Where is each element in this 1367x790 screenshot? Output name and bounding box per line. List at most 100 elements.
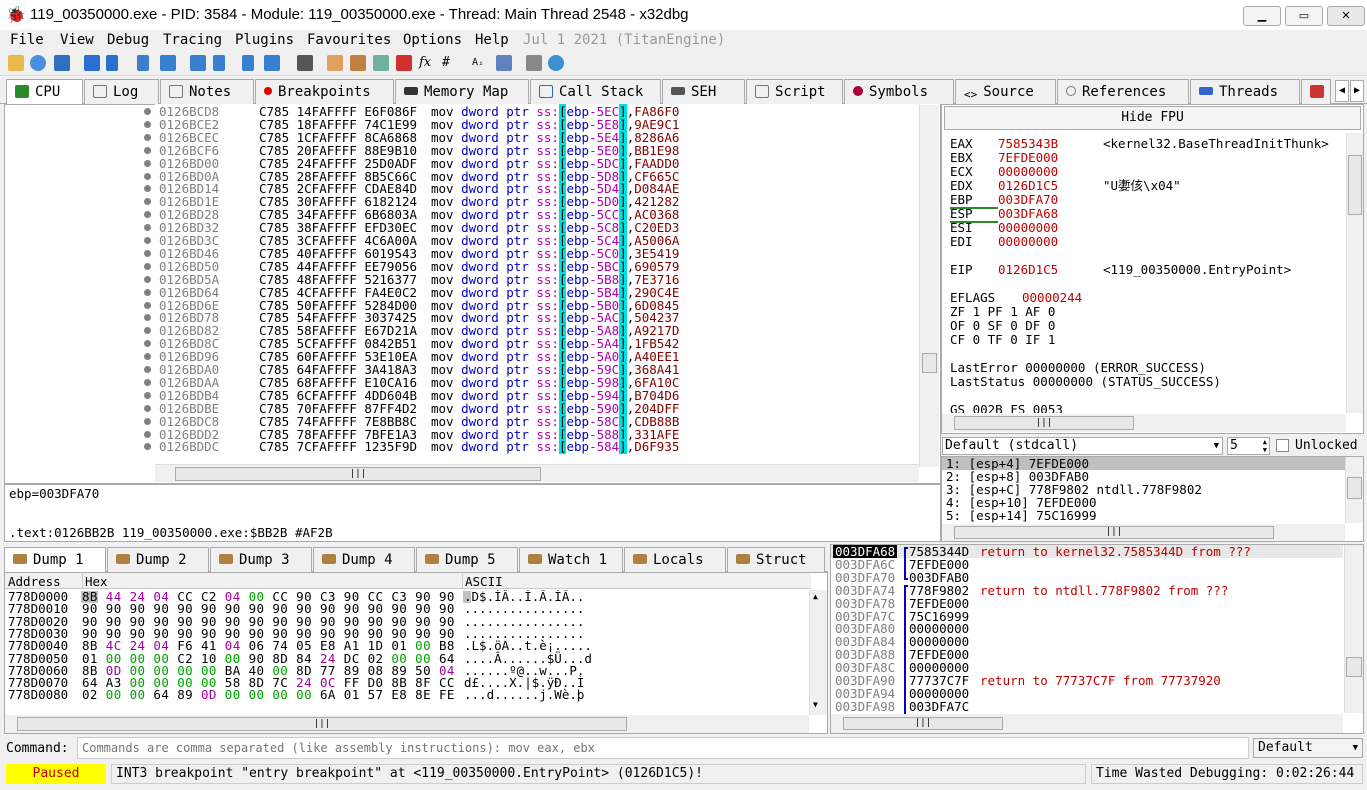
breakpoint-dot-icon[interactable]	[144, 301, 151, 309]
register-value[interactable]: 7585343B	[998, 137, 1103, 151]
breakpoint-dot-icon[interactable]	[144, 378, 151, 386]
dump-view[interactable]: 778D0000 8B 44 24 04 CC C2 04 00 CC 90 C3…	[5, 590, 808, 714]
arg-count-spinner[interactable]: 5 ▲ ▼	[1227, 437, 1270, 455]
dump-header-ascii[interactable]: ASCII	[462, 574, 503, 589]
tab-source[interactable]: <> Source	[955, 79, 1056, 104]
breakpoint-dot-icon[interactable]	[144, 249, 151, 257]
disasm-row[interactable]: 0126BDB4 C785 6CFAFFFF 4DD604B mov dword p…	[155, 387, 915, 403]
dump-hscroll[interactable]: |||	[5, 715, 809, 733]
register-value[interactable]: 003DFA70	[998, 193, 1103, 207]
disasm-row[interactable]: 0126BCEC C785 1CFAFFFF 8CA6868 mov dword p…	[155, 129, 915, 145]
tab-breakpoints[interactable]: Breakpoints	[255, 79, 394, 104]
restart-icon[interactable]	[30, 55, 46, 71]
menu-options[interactable]: Options	[403, 32, 462, 48]
argument-row[interactable]: 5: [esp+14] 75C16999	[946, 509, 1097, 522]
breakpoint-dot-icon[interactable]	[144, 159, 151, 167]
breakpoint-dot-icon[interactable]	[144, 417, 151, 425]
font-icon[interactable]: Aᵢ	[472, 55, 488, 71]
calculator-icon[interactable]	[526, 55, 542, 71]
command-mode-select[interactable]: Default ▼	[1253, 738, 1363, 758]
registers-vscroll-thumb[interactable]	[1348, 155, 1362, 215]
close-button[interactable]: ✕	[1327, 6, 1365, 26]
disasm-row[interactable]: 0126BDBE C785 70FAFFFF 87FF4D2 mov dword p…	[155, 400, 915, 416]
tab-threads[interactable]: Threads	[1190, 79, 1300, 104]
register-value[interactable]: 0126D1C5	[998, 179, 1103, 193]
flags-line[interactable]: CF 0 TF 0 IF 1	[950, 332, 1055, 347]
tabs-scroll-right[interactable]: ▶	[1350, 80, 1364, 102]
tab-watch-1[interactable]: Watch 1	[519, 547, 623, 572]
user-icon[interactable]	[496, 55, 512, 71]
stack-vscroll-thumb[interactable]	[1346, 657, 1362, 677]
scylla-icon[interactable]	[297, 55, 313, 71]
tab-references[interactable]: References	[1057, 79, 1189, 104]
disassembly-hscroll-thumb[interactable]: |||	[175, 467, 541, 481]
tab-notes[interactable]: Notes	[160, 79, 254, 104]
dump-vscroll[interactable]: ▲ ▼	[809, 590, 827, 715]
register-value[interactable]: 00000000	[998, 235, 1103, 249]
tab-script[interactable]: Script	[746, 79, 843, 104]
bookmark-icon[interactable]	[396, 55, 412, 71]
tab-seh[interactable]: SEH	[662, 79, 745, 104]
minimize-button[interactable]: ▁	[1243, 6, 1281, 26]
tab-struct[interactable]: Struct	[727, 547, 825, 572]
animate-icon[interactable]	[242, 55, 254, 71]
tab-handles[interactable]	[1301, 79, 1331, 104]
register-value[interactable]: 00000000	[998, 221, 1103, 235]
dump-vscroll-up[interactable]: ▲	[813, 592, 818, 601]
label-icon[interactable]	[373, 55, 389, 71]
tabs-scroll-left[interactable]: ◀	[1335, 80, 1349, 102]
stack-vscroll[interactable]	[1344, 545, 1363, 713]
breakpoint-dot-icon[interactable]	[144, 237, 151, 244]
comment-icon[interactable]	[350, 55, 366, 71]
globe-icon[interactable]	[548, 55, 564, 71]
function-icon[interactable]: fx	[419, 55, 435, 71]
dump-vscroll-down[interactable]: ▼	[813, 700, 818, 709]
breakpoint-dot-icon[interactable]	[144, 366, 151, 373]
disasm-row[interactable]: 0126BCF6 C785 20FAFFFF 88E9B10 mov dword p…	[155, 142, 915, 158]
breakpoint-dot-icon[interactable]	[144, 404, 151, 412]
disasm-row[interactable]: 0126BD46 C785 40FAFFFF 6019543 mov dword p…	[155, 245, 915, 261]
breakpoint-dot-icon[interactable]	[144, 108, 151, 115]
breakpoint-dot-icon[interactable]	[144, 275, 151, 283]
run-icon[interactable]	[84, 55, 100, 71]
disasm-row[interactable]: 0126BDDC C785 7CFAFFFF 1235F9D mov dword p…	[155, 439, 915, 455]
registers-hscroll[interactable]: |||	[942, 414, 1346, 432]
dump-header-hex[interactable]: Hex	[82, 574, 462, 589]
arguments-vscroll[interactable]	[1345, 457, 1363, 523]
flags-line[interactable]: ZF 1 PF 1 AF 0	[950, 304, 1055, 319]
breakpoint-dot-icon[interactable]	[144, 288, 151, 296]
disassembly-view[interactable]: 0126BCD8 C785 14FAFFFF E6F086F mov dword p…	[155, 104, 940, 464]
tab-dump-3[interactable]: Dump 3	[210, 547, 312, 572]
disassembly-vscroll-thumb[interactable]	[922, 353, 937, 373]
register-value[interactable]: 00000244	[1022, 290, 1082, 305]
tab-dump-5[interactable]: Dump 5	[416, 547, 518, 572]
trace-icon[interactable]	[264, 55, 280, 71]
breakpoint-dot-icon[interactable]	[144, 120, 151, 128]
command-input[interactable]	[77, 737, 1249, 759]
breakpoint-dot-icon[interactable]	[144, 146, 151, 154]
register-value[interactable]: 0126D1C5	[998, 263, 1103, 277]
stack-hscroll[interactable]: |||	[831, 714, 1343, 733]
tab-log[interactable]: Log	[84, 79, 159, 104]
unlocked-checkbox[interactable]	[1276, 439, 1289, 452]
disasm-row[interactable]: 0126BD50 C785 44FAFFFF EE79056 mov dword p…	[155, 258, 915, 274]
arguments-hscroll[interactable]: |||	[942, 524, 1345, 541]
register-value[interactable]: 7EFDE000	[998, 151, 1103, 165]
tab-cpu[interactable]: CPU	[6, 79, 83, 105]
disasm-row[interactable]: 0126BD64 C785 4CFAFFFF FA4E0C2 mov dword p…	[155, 284, 915, 300]
tab-dump-4[interactable]: Dump 4	[313, 547, 415, 572]
menu-tracing[interactable]: Tracing	[163, 32, 222, 48]
disassembly-vscroll[interactable]	[919, 105, 939, 467]
menu-favourites[interactable]: Favourites	[307, 32, 391, 48]
breakpoint-dot-icon[interactable]	[144, 262, 151, 270]
menu-help[interactable]: Help	[475, 32, 509, 48]
tab-dump-2[interactable]: Dump 2	[107, 547, 209, 572]
hash-icon[interactable]: #	[442, 55, 458, 71]
tab-call-stack[interactable]: Call Stack	[530, 79, 661, 104]
arguments-vscroll-thumb[interactable]	[1347, 477, 1362, 499]
disasm-row[interactable]: 0126BCE2 C785 18FAFFFF 74C1E99 mov dword p…	[155, 116, 915, 132]
calling-convention-select[interactable]: Default (stdcall) ▼	[942, 437, 1223, 455]
menu-view[interactable]: View	[60, 32, 94, 48]
step-over-icon[interactable]	[160, 55, 176, 71]
hide-fpu-button[interactable]: Hide FPU	[944, 106, 1361, 130]
